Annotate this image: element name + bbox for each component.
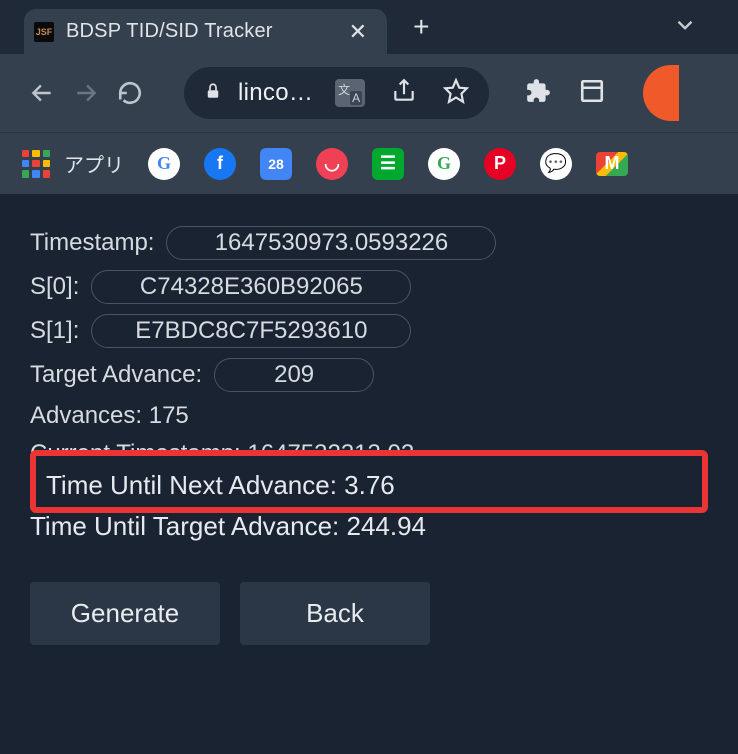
tab-overview-icon[interactable] (579, 78, 605, 109)
time-until-next-readout: Time Until Next Advance: 3.76 (46, 470, 692, 501)
bookmark-chat-icon[interactable]: 💬 (540, 148, 572, 180)
s1-row: S[1]: E7BDC8C7F5293610 (30, 314, 708, 348)
close-icon[interactable]: ✕ (345, 21, 371, 43)
tab-title: BDSP TID/SID Tracker (66, 20, 273, 43)
share-icon[interactable] (391, 78, 417, 109)
timestamp-input[interactable]: 1647530973.0593226 (166, 226, 496, 260)
reload-button[interactable] (116, 79, 144, 107)
apps-label[interactable]: アプリ (64, 149, 124, 178)
bookmark-pocket-icon[interactable]: ◡ (316, 148, 348, 180)
profile-avatar[interactable] (643, 65, 679, 121)
s1-label: S[1]: (30, 317, 79, 345)
s0-input[interactable]: C74328E360B92065 (91, 270, 411, 304)
new-tab-button[interactable]: + (413, 11, 429, 43)
bookmark-google-icon[interactable]: G (148, 148, 180, 180)
timestamp-row: Timestamp: 1647530973.0593226 (30, 226, 708, 260)
advances-readout: Advances: 175 (30, 402, 708, 430)
target-advance-row: Target Advance: 209 (30, 358, 708, 392)
generate-button[interactable]: Generate (30, 582, 220, 645)
bookmark-bar: アプリ G f 28 ◡ ☰ G P 💬 (0, 132, 738, 194)
tab-bar: JSF BDSP TID/SID Tracker ✕ + (0, 0, 738, 54)
bookmark-calendar-icon[interactable]: 28 (260, 148, 292, 180)
extension-icons (525, 65, 667, 121)
apps-icon[interactable] (22, 150, 50, 178)
target-advance-label: Target Advance: (30, 361, 202, 389)
chevron-down-icon[interactable] (672, 12, 698, 43)
target-advance-input[interactable]: 209 (214, 358, 374, 392)
back-button[interactable] (28, 79, 56, 107)
browser-tab[interactable]: JSF BDSP TID/SID Tracker ✕ (24, 9, 387, 54)
star-icon[interactable] (443, 78, 469, 109)
bookmark-google2-icon[interactable]: G (428, 148, 460, 180)
page-content: Timestamp: 1647530973.0593226 S[0]: C743… (0, 194, 738, 677)
s0-row: S[0]: C74328E360B92065 (30, 270, 708, 304)
bookmark-evernote-icon[interactable]: ☰ (372, 148, 404, 180)
address-bar[interactable]: linco… (184, 67, 489, 119)
highlight-annotation: Time Until Next Advance: 3.76 (30, 450, 708, 513)
extensions-icon[interactable] (525, 78, 551, 109)
button-row: Generate Back (30, 582, 708, 645)
back-button-page[interactable]: Back (240, 582, 430, 645)
lock-icon (204, 81, 222, 106)
translate-icon[interactable] (335, 79, 365, 107)
s0-label: S[0]: (30, 273, 79, 301)
tab-favicon: JSF (34, 22, 54, 42)
toolbar: linco… (0, 54, 738, 132)
bookmark-gmail-icon[interactable] (596, 152, 628, 176)
time-until-target-readout: Time Until Target Advance: 244.94 (30, 511, 708, 542)
bookmark-facebook-icon[interactable]: f (204, 148, 236, 180)
forward-button[interactable] (72, 79, 100, 107)
url-text: linco… (238, 79, 313, 107)
bookmark-pinterest-icon[interactable]: P (484, 148, 516, 180)
s1-input[interactable]: E7BDC8C7F5293610 (91, 314, 411, 348)
timestamp-label: Timestamp: (30, 229, 154, 257)
